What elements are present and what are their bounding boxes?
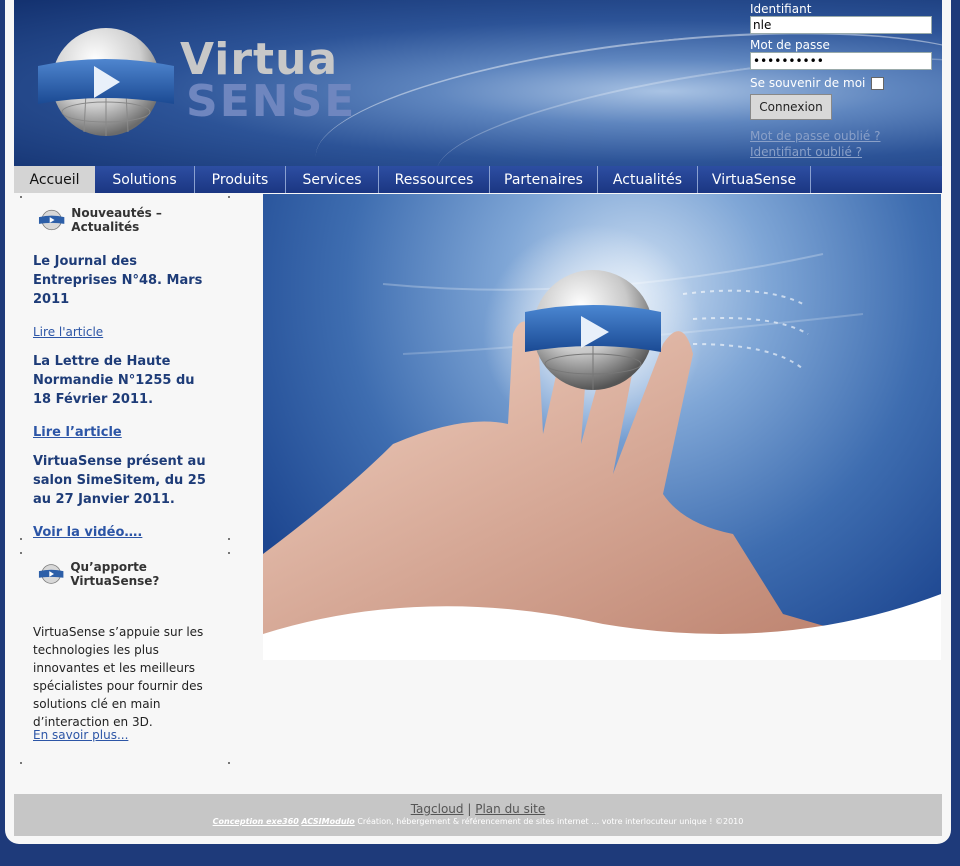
footer-credits: Conception exe360 ACSIModulo Création, h… [14, 817, 942, 826]
logo-text-sense: SENSE [186, 76, 357, 127]
identifiant-label: Identifiant [750, 2, 812, 16]
globe-icon [38, 209, 65, 231]
about-more-link[interactable]: En savoir plus... [33, 728, 128, 742]
remember-row: Se souvenir de moi [750, 76, 936, 90]
news-item-title: La Lettre de Haute Normandie N°1255 du 1… [33, 354, 195, 407]
news-item-link[interactable]: Lire l’article [33, 425, 122, 440]
remember-label: Se souvenir de moi [750, 76, 866, 90]
globe-icon [38, 564, 64, 584]
login-form: Identifiant Mot de passe Se souvenir de … [750, 2, 936, 160]
nav-tab-virtuasense[interactable]: VirtuaSense [698, 166, 811, 193]
sidebar: Nouveautés – Actualités Le Journal des E… [20, 196, 230, 766]
credit-acsimodulo-link[interactable]: ACSIModulo [301, 817, 354, 826]
nav-tab-ressources[interactable]: Ressources [379, 166, 490, 193]
divider [20, 538, 230, 542]
nav-tab-accueil[interactable]: Accueil [14, 166, 95, 193]
connexion-button[interactable]: Connexion [750, 94, 832, 120]
nav-tab-services[interactable]: Services [286, 166, 379, 193]
hero-image [263, 194, 941, 660]
nav-tab-solutions[interactable]: Solutions [95, 166, 195, 193]
sitemap-link[interactable]: Plan du site [475, 802, 545, 816]
divider [20, 762, 230, 766]
forgot-login-link[interactable]: Identifiant oublié ? [750, 144, 936, 160]
main-nav: Accueil Solutions Produits Services Ress… [14, 166, 942, 193]
divider [20, 552, 230, 556]
news-item-title: VirtuaSense présent au salon SimeSitem, … [33, 454, 206, 507]
divider [20, 196, 230, 200]
password-input[interactable] [750, 52, 932, 70]
footer: Tagcloud | Plan du site Conception exe36… [14, 794, 942, 836]
news-item-link[interactable]: Lire l'article [33, 325, 103, 339]
news-item-title: Le Journal des Entreprises N°48. Mars 20… [33, 254, 203, 307]
globe-logo-icon [38, 28, 174, 136]
hand-globe-illustration [263, 224, 941, 660]
credit-text: Création, hébergement & référencement de… [357, 817, 744, 826]
nav-tab-partenaires[interactable]: Partenaires [490, 166, 598, 193]
identifiant-input[interactable] [750, 16, 932, 34]
about-heading: Qu’apporte VirtuaSense? [38, 560, 230, 588]
nav-tab-actualites[interactable]: Actualités [598, 166, 698, 193]
nav-tab-produits[interactable]: Produits [195, 166, 286, 193]
about-heading-text: Qu’apporte VirtuaSense? [70, 560, 160, 588]
password-label: Mot de passe [750, 38, 830, 52]
credit-exe360-link[interactable]: Conception exe360 [213, 817, 299, 826]
news-heading-text: Nouveautés – Actualités [71, 206, 162, 234]
about-text: VirtuaSense s’appuie sur les technologie… [33, 625, 204, 729]
footer-separator: | [467, 802, 472, 816]
tagcloud-link[interactable]: Tagcloud [411, 802, 464, 816]
remember-checkbox[interactable] [871, 76, 885, 90]
forgot-password-link[interactable]: Mot de passe oublié ? [750, 128, 936, 144]
footer-links: Tagcloud | Plan du site [14, 802, 942, 816]
news-heading: Nouveautés – Actualités [38, 206, 230, 234]
